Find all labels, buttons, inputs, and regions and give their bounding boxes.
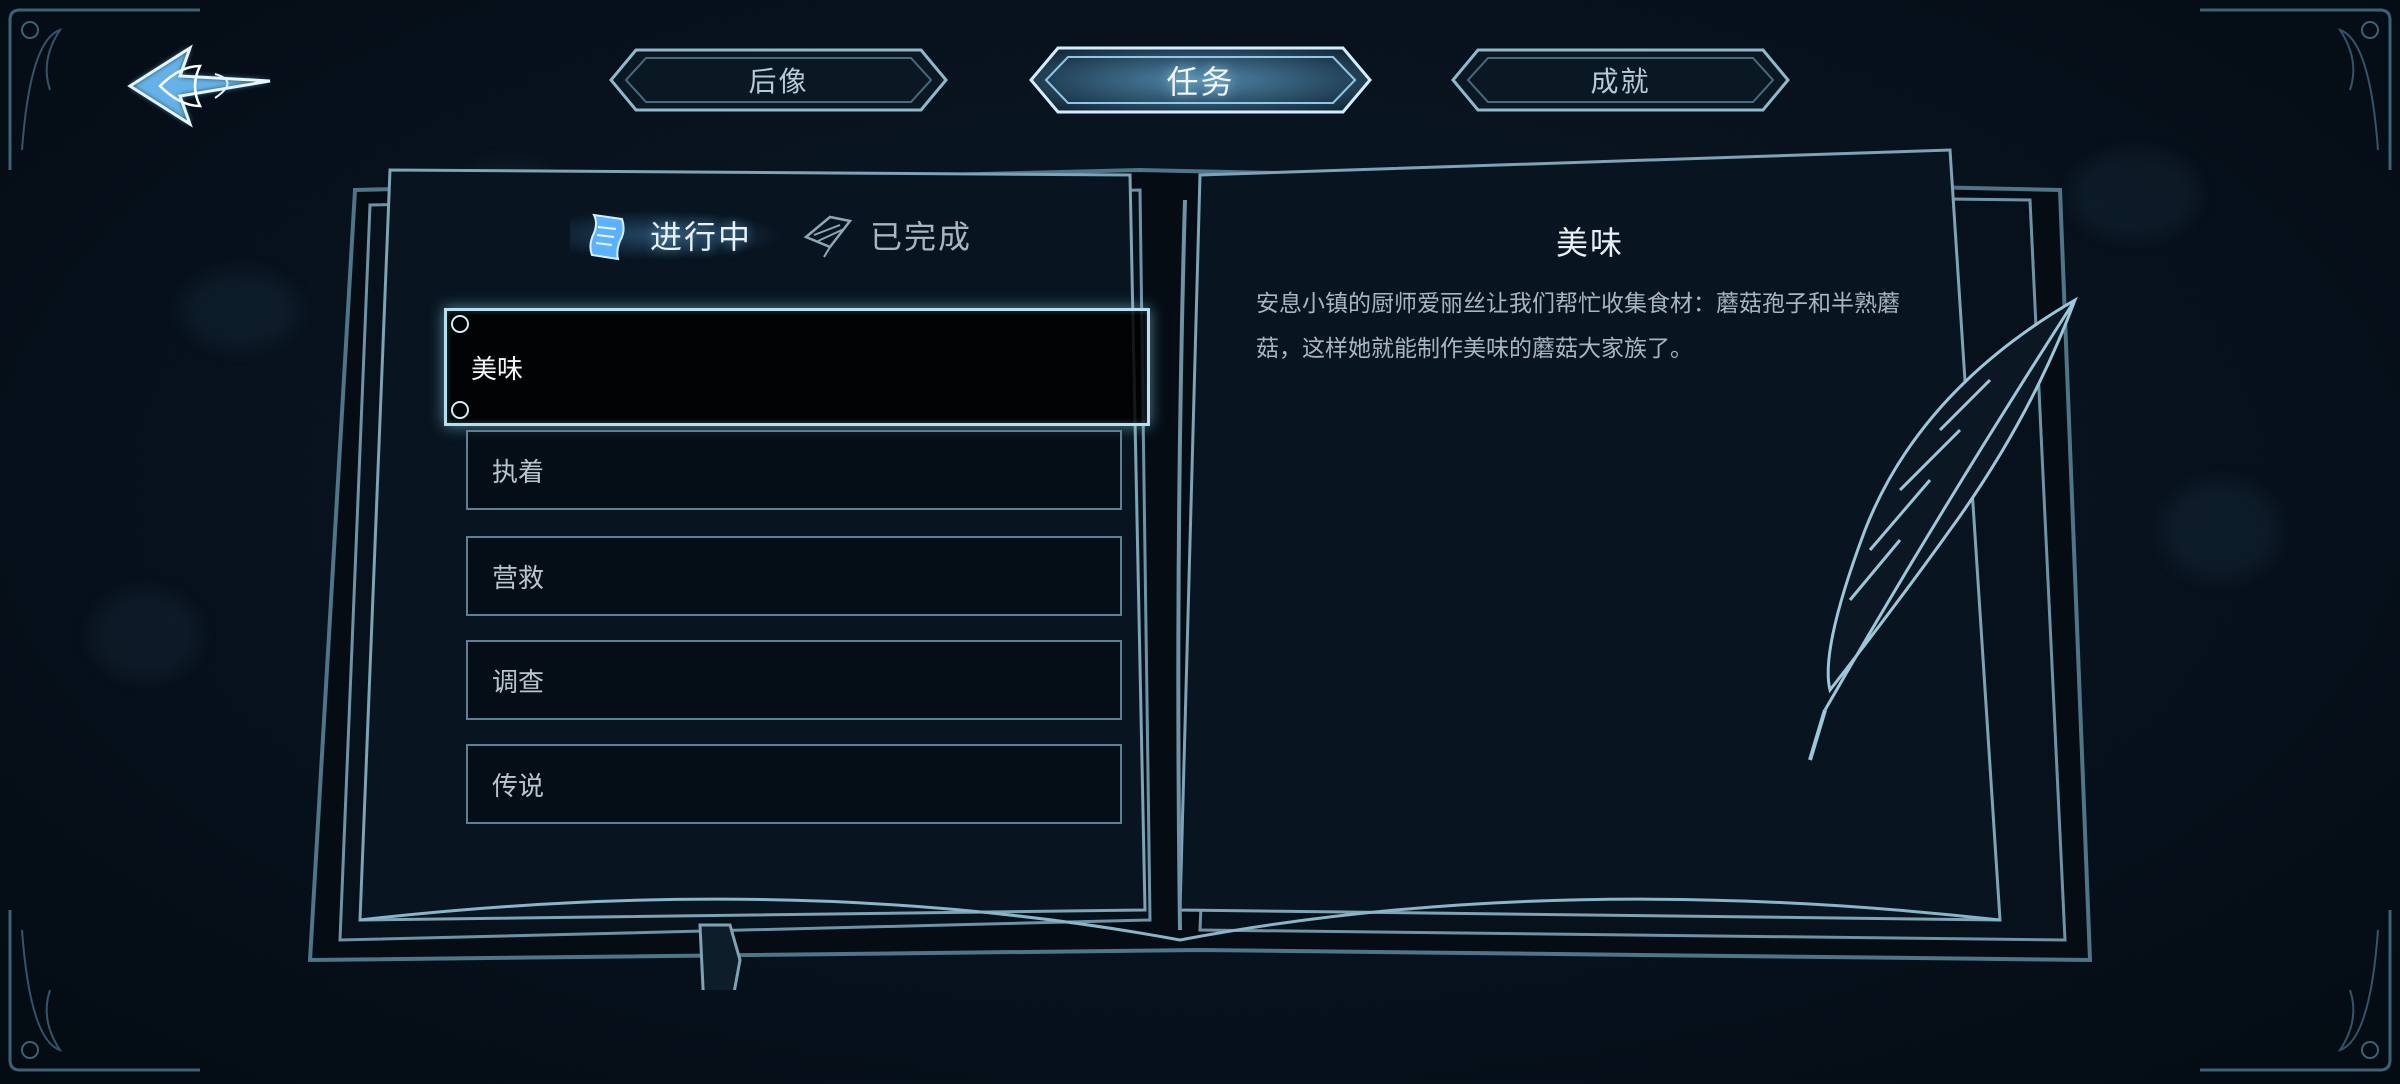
quest-detail-title: 美味	[1555, 224, 1624, 262]
tab-ongoing-label: 进行中	[650, 218, 753, 256]
background-smudge	[2160, 480, 2280, 580]
ornate-arrow-left-icon	[127, 44, 271, 128]
background-smudge	[90, 590, 200, 680]
quest-title: 营救	[492, 563, 545, 594]
tab-afterimage-label: 后像	[748, 65, 809, 98]
tab-achievements[interactable]: 成就	[1448, 44, 1793, 116]
tab-quests-label: 任务	[1166, 63, 1235, 101]
scroll-icon	[589, 213, 625, 261]
tab-ongoing[interactable]: 进行中	[570, 200, 783, 270]
tab-achievements-label: 成就	[1590, 65, 1651, 98]
quest-title: 执着	[492, 457, 545, 488]
quest-item[interactable]: 传说	[466, 744, 1122, 824]
quest-title: 传说	[492, 771, 545, 802]
corner-ornament-bottom-right	[2190, 900, 2400, 1080]
quest-item-selected[interactable]: 美味	[444, 308, 1150, 426]
quest-item[interactable]: 执着	[466, 430, 1122, 510]
quest-item[interactable]: 营救	[466, 536, 1122, 616]
corner-ornament-bottom-left	[0, 900, 210, 1080]
background-smudge	[180, 270, 300, 350]
quest-item[interactable]: 调查	[466, 640, 1122, 720]
quest-detail-description: 安息小镇的厨师爱丽丝让我们帮忙收集食材：蘑菇孢子和半熟蘑菇，这样她就能制作美味的…	[1256, 291, 1900, 362]
tab-afterimage[interactable]: 后像	[606, 44, 951, 116]
tab-completed-label: 已完成	[870, 218, 973, 256]
tab-quests[interactable]: 任务	[1028, 44, 1373, 116]
tab-completed[interactable]: 已完成	[800, 200, 972, 270]
back-button[interactable]	[120, 36, 280, 136]
quest-title: 调查	[492, 667, 545, 698]
quill-feather-icon	[803, 215, 853, 258]
quest-title: 美味	[471, 354, 524, 385]
corner-ornament-top-right	[2190, 0, 2400, 180]
